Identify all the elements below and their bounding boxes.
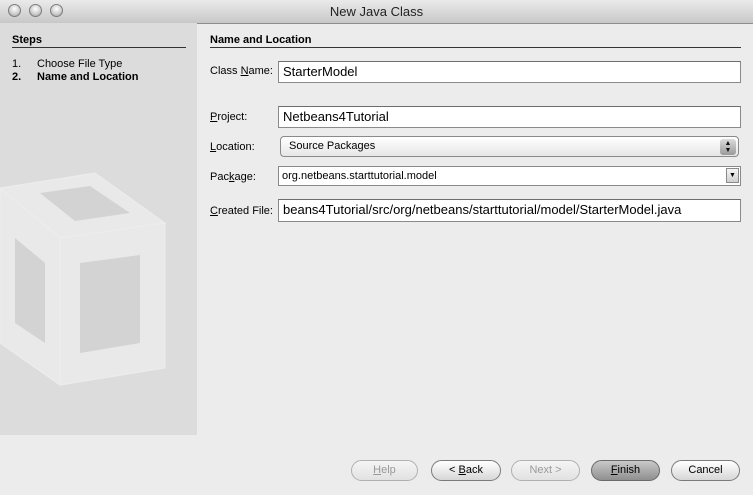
netbeans-cube-watermark (0, 172, 167, 386)
steps-panel: Steps 1. Choose File Type 2. Name and Loca… (0, 23, 197, 435)
window-title: New Java Class (329, 4, 424, 19)
step-number: 2. (12, 71, 22, 83)
created-file-field: beans4Tutorial/src/org/netbeans/starttut… (278, 199, 741, 222)
location-label: Location: (210, 141, 255, 153)
finish-button[interactable]: Finish (591, 460, 660, 481)
cancel-button[interactable]: Cancel (671, 460, 740, 481)
created-file-label: Created File: (210, 205, 273, 217)
next-button[interactable]: Next > (511, 460, 580, 481)
updown-arrows-icon: ▲ ▼ (720, 139, 736, 155)
package-value: org.netbeans.starttutorial.model (282, 170, 437, 182)
new-java-class-dialog: New Java Class Steps 1. Choose File Type … (0, 0, 753, 495)
step-label: Choose File Type (37, 58, 123, 70)
steps-title: Steps (12, 34, 42, 46)
steps-divider (12, 47, 186, 48)
project-label: Project: (210, 111, 248, 123)
help-button[interactable]: Help (351, 460, 418, 481)
class-name-field[interactable]: StarterModel (278, 61, 741, 83)
step-item-choose-file-type: 1. Choose File Type (12, 58, 122, 70)
package-label: Package: (210, 171, 256, 183)
location-select[interactable]: Source Packages ▲ ▼ (280, 136, 739, 157)
step-item-name-and-location: 2. Name and Location (12, 71, 138, 83)
section-divider (210, 47, 741, 48)
back-button[interactable]: < Back (431, 460, 501, 481)
title-bar: New Java Class (0, 0, 753, 24)
class-name-label: Class Name: (210, 65, 273, 77)
chevron-down-icon[interactable]: ▼ (726, 168, 739, 183)
section-title: Name and Location (210, 34, 312, 46)
package-combo[interactable]: org.netbeans.starttutorial.model ▼ (278, 166, 741, 186)
project-field: Netbeans4Tutorial (278, 106, 741, 128)
step-label: Name and Location (37, 71, 139, 83)
location-value: Source Packages (289, 140, 376, 152)
step-number: 1. (12, 58, 22, 70)
